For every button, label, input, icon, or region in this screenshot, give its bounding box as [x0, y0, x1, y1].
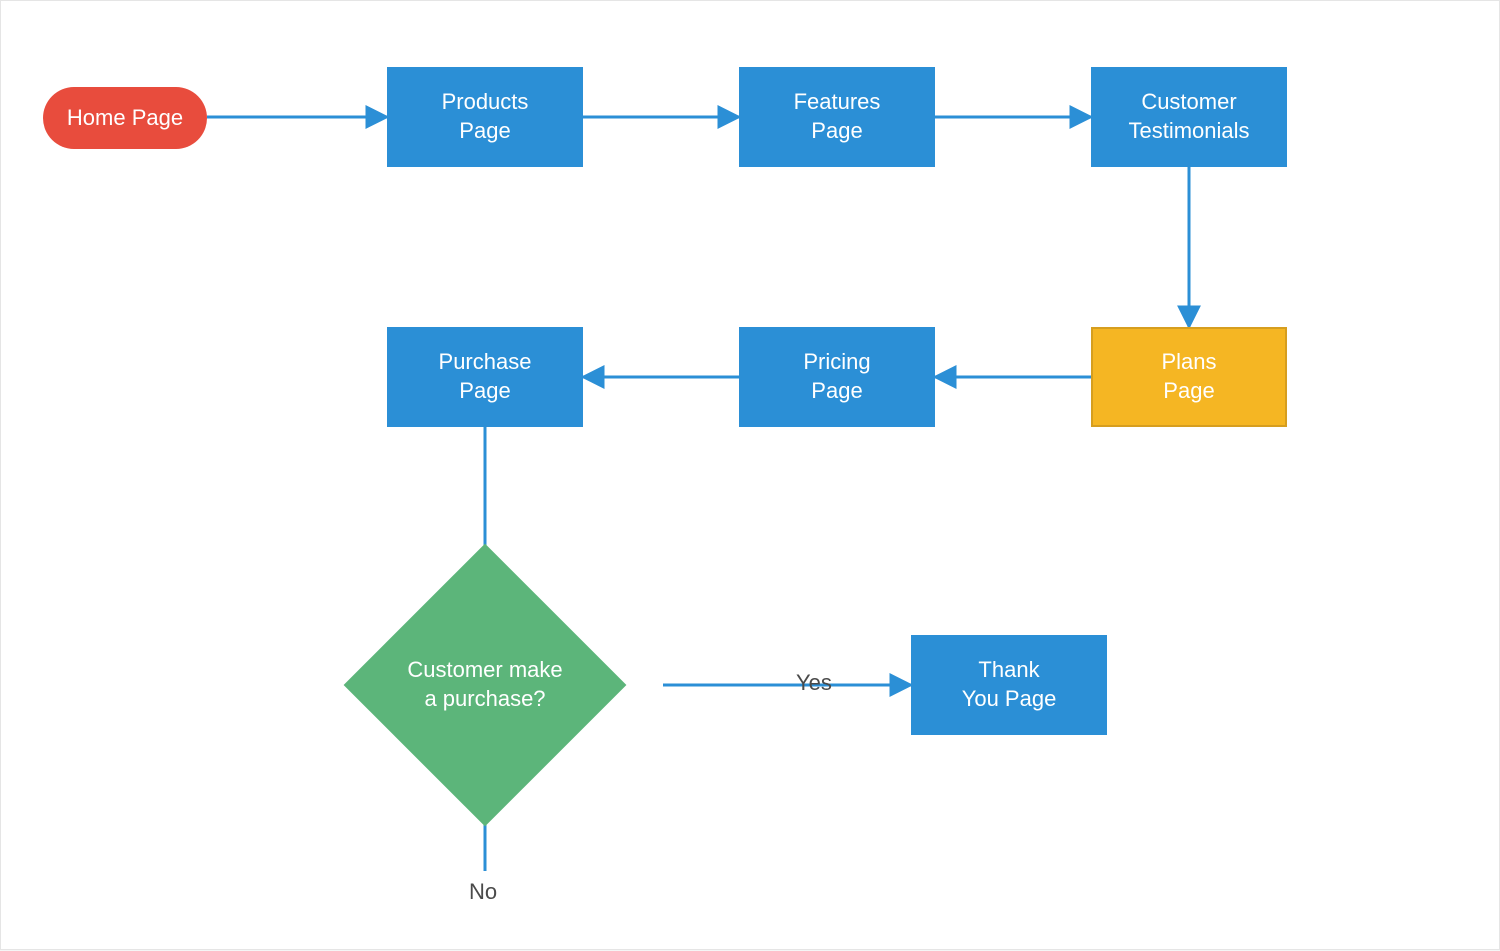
node-features-page: FeaturesPage: [739, 67, 935, 167]
node-plans-page: PlansPage: [1091, 327, 1287, 427]
node-label: PurchasePage: [439, 348, 532, 405]
flowchart-canvas: Home Page ProductsPage FeaturesPage Cust…: [0, 0, 1500, 950]
node-products-page: ProductsPage: [387, 67, 583, 167]
node-customer-testimonials: CustomerTestimonials: [1091, 67, 1287, 167]
node-label: FeaturesPage: [794, 88, 881, 145]
node-label: PricingPage: [803, 348, 870, 405]
node-thank-you-page: ThankYou Page: [911, 635, 1107, 735]
node-decision-purchase: Customer makea purchase?: [307, 587, 663, 783]
node-label: CustomerTestimonials: [1128, 88, 1249, 145]
node-purchase-page: PurchasePage: [387, 327, 583, 427]
node-label: Home Page: [67, 104, 183, 133]
edge-label-no: No: [469, 879, 497, 905]
node-label: ProductsPage: [442, 88, 529, 145]
edge-label-yes: Yes: [796, 670, 832, 696]
node-pricing-page: PricingPage: [739, 327, 935, 427]
node-home-page: Home Page: [43, 87, 207, 149]
node-label: PlansPage: [1161, 348, 1216, 405]
node-label: Customer makea purchase?: [307, 587, 663, 783]
node-label: ThankYou Page: [962, 656, 1057, 713]
